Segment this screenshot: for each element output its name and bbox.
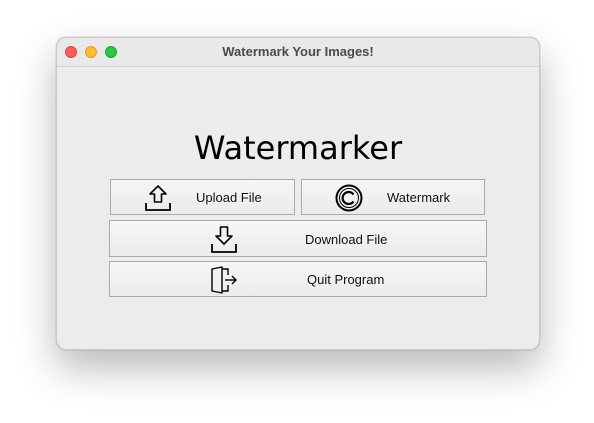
watermark-button[interactable]: Watermark (301, 179, 485, 215)
upload-file-label: Upload File (196, 190, 262, 205)
quit-program-button[interactable]: Quit Program (109, 261, 487, 297)
app-window: Watermark Your Images! Watermarker Uploa… (56, 37, 540, 350)
title-bar[interactable]: Watermark Your Images! (57, 38, 539, 67)
upload-icon (145, 185, 171, 211)
download-file-button[interactable]: Download File (109, 220, 487, 257)
app-heading: Watermarker (193, 129, 403, 167)
window-title: Watermark Your Images! (222, 44, 374, 59)
download-file-label: Download File (305, 232, 388, 247)
download-icon (211, 226, 237, 253)
upload-file-button[interactable]: Upload File (110, 179, 295, 215)
exit-door-icon (211, 266, 237, 294)
copyright-icon (335, 184, 363, 212)
watermark-label: Watermark (387, 190, 451, 205)
quit-program-label: Quit Program (307, 272, 385, 287)
